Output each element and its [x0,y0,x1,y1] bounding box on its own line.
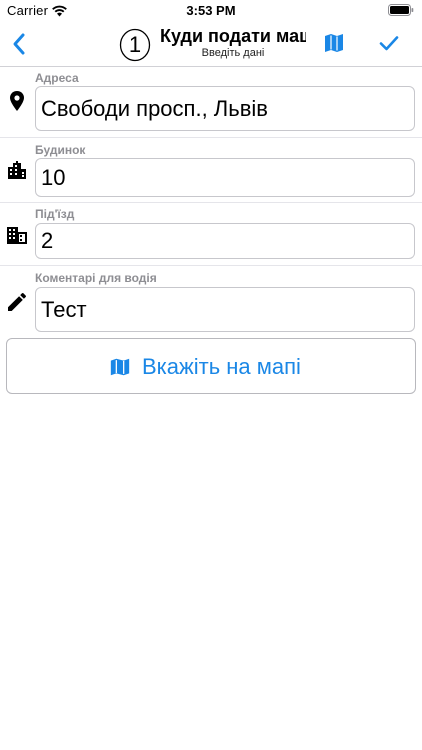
city-icon [8,161,26,179]
show-on-map-button[interactable]: Вкажіть на мапі [6,338,416,394]
page-subtitle: Введіть дані [201,47,265,59]
building-label: Будинок [35,143,86,157]
step-badge: 1 [119,28,151,62]
battery-icon [388,4,414,16]
building-field[interactable] [35,158,415,197]
map-icon[interactable] [322,31,346,55]
step-number: 1 [128,32,142,57]
comment-row: Коментарі для водія [0,266,422,334]
apartment-building-icon [7,227,27,244]
entrance-row: Під'їзд [0,203,422,265]
status-time: 3:53 PM [186,3,236,18]
show-on-map-label: Вкажіть на мапі [142,354,301,379]
chevron-left-icon[interactable] [6,28,36,60]
comment-label: Коментарі для водія [35,271,157,285]
address-row: Адреса [0,67,422,137]
entrance-field[interactable] [35,223,415,259]
comment-field[interactable] [35,287,415,332]
page-title: Куди подати машину [160,26,306,46]
checkmark-icon[interactable] [376,31,402,55]
pencil-icon [8,293,26,311]
entrance-label: Під'їзд [35,207,75,221]
status-bar: Carrier 3:53 PM [0,0,422,22]
building-row: Будинок [0,138,422,202]
map-icon [110,358,130,376]
address-field[interactable] [35,86,415,131]
location-pin-icon [10,91,24,111]
address-label: Адреса [35,71,79,85]
navigation-bar: 1 Куди подати машину Введіть дані [0,22,422,67]
